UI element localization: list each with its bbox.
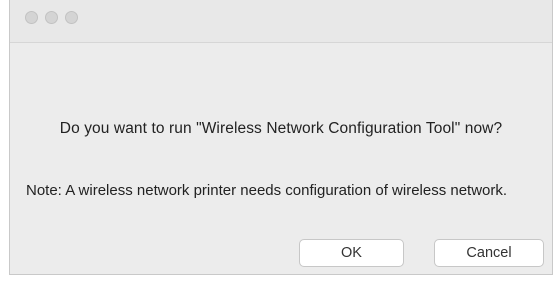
- dialog-window: Do you want to run "Wireless Network Con…: [9, 0, 553, 275]
- ok-button[interactable]: OK: [299, 239, 404, 267]
- minimize-icon[interactable]: [45, 11, 58, 24]
- title-bar[interactable]: [10, 0, 552, 43]
- dialog-question: Do you want to run "Wireless Network Con…: [59, 120, 503, 137]
- close-icon[interactable]: [25, 11, 38, 24]
- zoom-icon[interactable]: [65, 11, 78, 24]
- cancel-button[interactable]: Cancel: [434, 239, 544, 267]
- dialog-note: Note: A wireless network printer needs c…: [26, 182, 508, 199]
